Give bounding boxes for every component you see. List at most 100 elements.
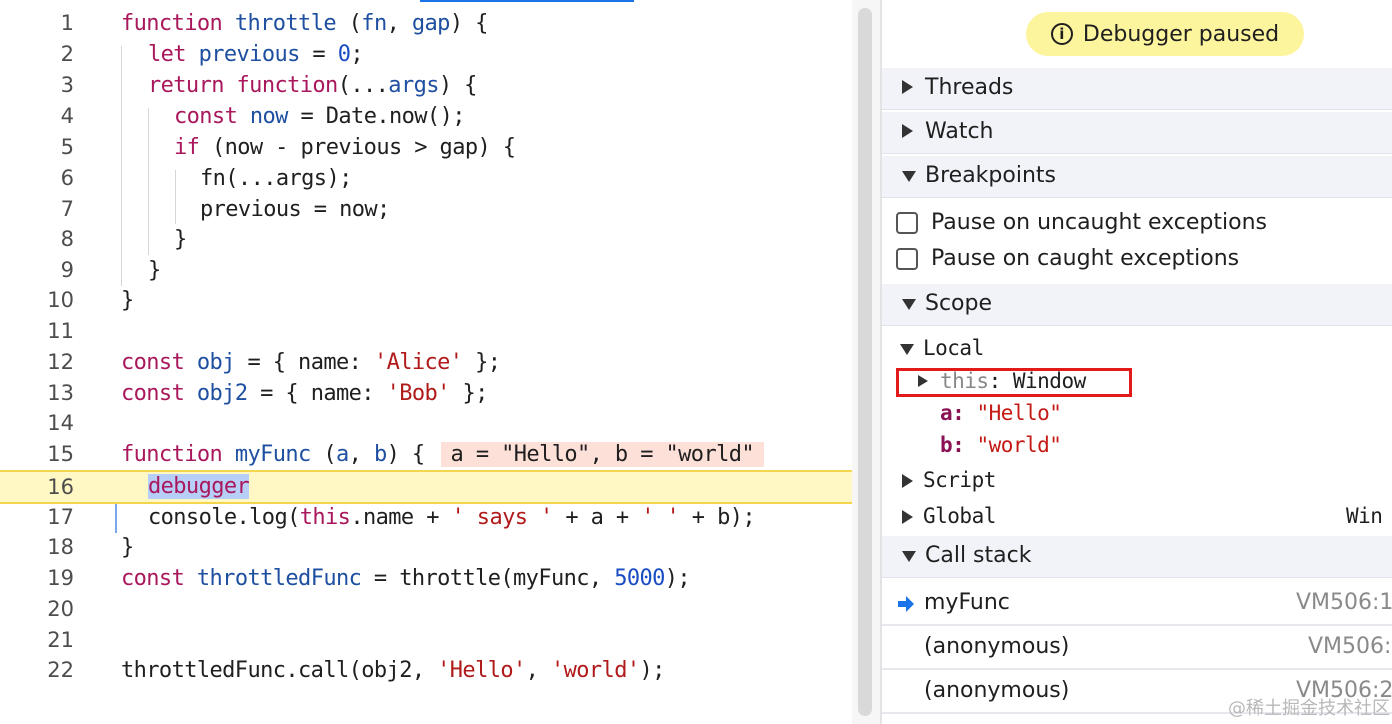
line-number[interactable]: 18 [0,532,74,563]
line-number[interactable]: 4 [0,101,74,132]
code-line[interactable]: 2 let previous = 0; [0,39,852,70]
scope-variable-row[interactable]: a: "Hello" [882,401,1392,429]
code-line[interactable]: 8 } [0,224,852,255]
scope-separator: : [952,401,977,425]
frame-location[interactable]: VM506: [1308,634,1391,659]
expand-arrow-icon [902,510,913,524]
line-number[interactable]: 15 [0,439,74,470]
threads-section-header[interactable]: Threads [882,68,1392,110]
line-number[interactable]: 10 [0,285,74,316]
code-line[interactable]: 10 } [0,285,852,316]
breakpoints-section-header[interactable]: Breakpoints [882,156,1392,198]
code-line[interactable]: 22 throttledFunc.call(obj2, 'Hello', 'wo… [0,655,852,686]
expand-arrow-icon [902,124,913,138]
code-line[interactable]: 20 [0,594,852,625]
token: const [174,104,238,129]
scope-variable-row[interactable]: b: "world" [882,433,1392,461]
line-number[interactable]: 6 [0,163,74,194]
code-line[interactable]: 11 [0,316,852,347]
frame-location[interactable]: VM506:1 [1296,590,1392,615]
line-number[interactable]: 19 [0,563,74,594]
token: return [148,73,224,98]
code-line[interactable]: 6 fn(...args); [0,163,852,194]
scope-this-node[interactable]: this: Window [882,369,1392,397]
code-line[interactable]: 14 [0,408,852,439]
code-line[interactable]: 18 } [0,532,852,563]
token: a [336,442,349,467]
token: console.log( [148,505,300,530]
token: ' says ' [451,505,554,530]
scrollbar-thumb[interactable] [858,8,872,716]
line-number[interactable]: 9 [0,255,74,286]
line-number[interactable]: 22 [0,655,74,686]
line-number[interactable]: 8 [0,224,74,255]
scope-script-node[interactable]: Script [882,468,1392,496]
section-title: Threads [925,75,1014,100]
pause-uncaught-checkbox[interactable] [896,212,918,234]
code-line[interactable]: 7 previous = now; [0,194,852,225]
pause-caught-checkbox[interactable] [896,248,918,270]
scope-script-label: Script [923,468,996,492]
scope-local-node[interactable]: Local [882,336,1392,364]
line-number[interactable]: 21 [0,625,74,656]
watch-section-header[interactable]: Watch [882,112,1392,154]
token: ' ' [641,505,680,530]
line-number[interactable]: 16 [0,472,74,502]
inline-value-preview: a = "Hello", b = "world" [440,442,765,467]
token: (now - previous > gap) { [199,135,516,160]
line-number[interactable]: 7 [0,194,74,225]
code-line[interactable]: 12 const obj = { name: 'Alice' }; [0,347,852,378]
token: ( [310,442,336,467]
code-line[interactable]: 19 const throttledFunc = throttle(myFunc… [0,563,852,594]
token: args [388,73,439,98]
line-number[interactable]: 14 [0,408,74,439]
line-number[interactable]: 17 [0,502,74,533]
line-number[interactable]: 12 [0,347,74,378]
line-number[interactable]: 3 [0,70,74,101]
token: fn(...args); [200,166,352,191]
code-line[interactable]: 17 console.log(this.name + ' says ' + a … [0,502,852,533]
line-number[interactable]: 1 [0,8,74,39]
code-line[interactable]: 5 if (now - previous > gap) { [0,132,852,163]
token: = [299,42,338,67]
call-stack-frame[interactable]: myFunc VM506:1 [882,582,1392,626]
line-number[interactable]: 11 [0,316,74,347]
code-line[interactable]: 1 function throttle (fn, gap) { [0,8,852,39]
line-number[interactable]: 5 [0,132,74,163]
scope-variable-value: "Hello" [976,401,1062,425]
token: = { name: [234,350,374,375]
code-line[interactable]: 3 return function(...args) { [0,70,852,101]
token: } [121,535,134,560]
scope-separator: : [988,369,1013,393]
line-number[interactable]: 20 [0,594,74,625]
scope-variable-key: a [940,401,953,425]
scope-this-key: this [940,369,989,393]
editor-scrollbar[interactable] [852,0,880,724]
source-editor[interactable]: 1 function throttle (fn, gap) { 2 let pr… [0,0,852,724]
token: const [121,350,185,375]
code-line[interactable]: 15 function myFunc (a, b) {a = "Hello", … [0,439,852,470]
info-icon: i [1050,23,1073,45]
scope-section-header[interactable]: Scope [882,284,1392,326]
expand-arrow-icon [902,474,913,488]
call-stack-frame[interactable]: (anonymous) VM506: [882,626,1392,670]
token: , [348,442,374,467]
line-number[interactable]: 13 [0,378,74,409]
token: 0 [337,42,351,67]
code-line[interactable]: 4 const now = Date.now(); [0,101,852,132]
token: gap [411,11,451,36]
scope-global-node[interactable]: Global Win [882,504,1392,532]
token: ( [336,11,362,36]
section-title: Watch [925,119,994,144]
pause-uncaught-label[interactable]: Pause on uncaught exceptions [931,210,1267,235]
scope-global-label: Global [923,504,996,528]
code-line[interactable]: 9 } [0,255,852,286]
paused-execution-line[interactable]: 16 debugger [0,470,852,504]
pause-caught-label[interactable]: Pause on caught exceptions [931,246,1239,271]
code-line[interactable]: 21 [0,625,852,656]
call-stack-section-header[interactable]: Call stack [882,536,1392,578]
line-number[interactable]: 2 [0,39,74,70]
code-line[interactable]: 13 const obj2 = { name: 'Bob' }; [0,378,852,409]
token: b [373,442,387,467]
